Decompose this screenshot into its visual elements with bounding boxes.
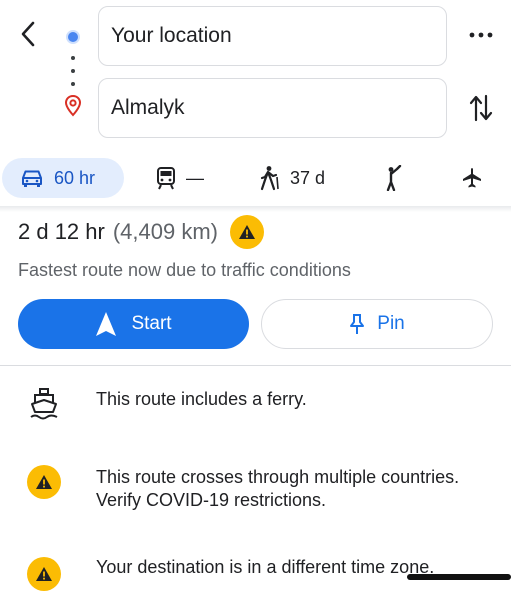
swap-locations-button[interactable] — [466, 88, 496, 128]
ferry-icon — [26, 386, 62, 422]
warning-icon[interactable] — [230, 215, 264, 249]
car-icon — [22, 170, 42, 187]
header-divider — [0, 206, 511, 212]
airplane-icon — [463, 168, 481, 188]
notice-text: This route crosses through multiple coun… — [96, 467, 460, 510]
more-dots-icon — [469, 32, 493, 38]
more-options-button[interactable] — [466, 22, 496, 48]
destination-input[interactable]: Almalyk — [98, 78, 447, 138]
route-distance: (4,409 km) — [112, 219, 218, 244]
warning-icon — [26, 556, 62, 592]
route-connector-dots — [70, 56, 76, 86]
notice-text: This route includes a ferry. — [96, 389, 307, 409]
walking-icon — [260, 166, 279, 191]
tab-transit-label: — — [186, 167, 204, 188]
ride-hail-icon — [386, 165, 402, 191]
tab-driving-label: 60 hr — [54, 167, 96, 188]
travel-mode-tabs: 60 hr — 37 d — [0, 158, 511, 202]
destination-input-value: Almalyk — [111, 96, 185, 119]
pin-button[interactable]: Pin — [261, 299, 493, 349]
route-duration: 2 d 12 hr — [18, 219, 105, 244]
location-dot-icon — [66, 30, 80, 44]
swap-vertical-icon — [469, 94, 493, 122]
navigation-arrow-icon — [96, 312, 117, 336]
home-indicator[interactable] — [407, 574, 511, 580]
tab-walking-label: 37 d — [290, 167, 326, 188]
back-button[interactable] — [14, 18, 42, 50]
tab-driving[interactable]: 60 hr — [2, 158, 124, 198]
train-icon — [157, 167, 175, 190]
tab-flight[interactable] — [460, 158, 484, 198]
warning-icon — [26, 464, 62, 500]
origin-input[interactable]: Your location — [98, 6, 447, 66]
map-pin-icon — [64, 94, 82, 117]
pin-button-label: Pin — [377, 313, 405, 334]
tab-walking[interactable]: 37 d — [258, 158, 325, 198]
route-summary: 2 d 12 hr (4,409 km) — [18, 215, 264, 249]
start-button-label: Start — [131, 313, 172, 334]
route-description: Fastest route now due to traffic conditi… — [18, 260, 351, 280]
tab-transit[interactable]: — — [156, 158, 204, 198]
section-divider — [0, 365, 511, 366]
chevron-left-icon — [21, 21, 35, 47]
pushpin-icon — [350, 314, 365, 334]
tab-ride[interactable] — [382, 158, 404, 198]
start-button[interactable]: Start — [18, 299, 249, 349]
origin-input-value: Your location — [111, 24, 232, 47]
